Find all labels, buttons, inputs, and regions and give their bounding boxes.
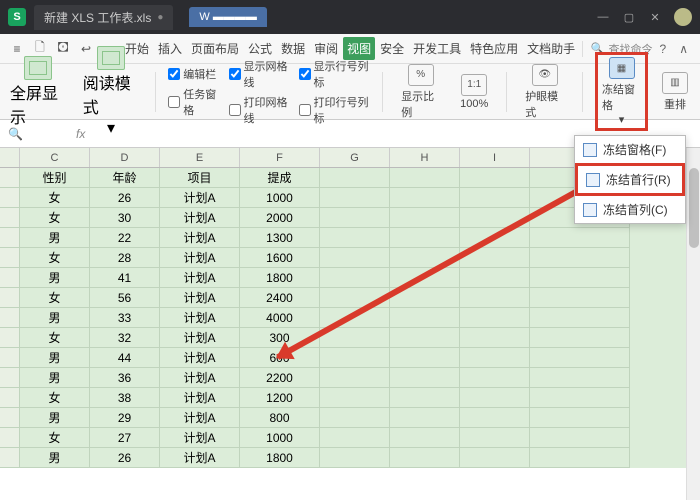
freeze-col-icon (583, 203, 597, 217)
fullscreen-icon (24, 56, 52, 80)
chk-headers[interactable]: 显示行号列标 (299, 58, 371, 90)
col-header[interactable]: F (240, 148, 320, 167)
col-header[interactable]: G (320, 148, 390, 167)
table-row[interactable]: 女27计划A1000 (0, 428, 700, 448)
maximize-icon[interactable]: ▢ (616, 6, 642, 28)
eye-mode-button[interactable]: 👁 护眼模式 (519, 62, 570, 122)
col-header[interactable]: C (20, 148, 90, 167)
dd-freeze-row[interactable]: 冻结首行(R) (575, 163, 685, 196)
secondary-tab[interactable]: W ▬▬▬▬ (189, 7, 266, 27)
table-row[interactable]: 男41计划A1800 (0, 268, 700, 288)
rearrange-button[interactable]: ▥ 重排 (656, 70, 694, 114)
freeze-panes-button[interactable]: ▦ 冻结窗格▾ (595, 52, 648, 131)
col-header[interactable]: E (160, 148, 240, 167)
zoom-ratio-button[interactable]: % 显示比例 (395, 62, 446, 122)
menu-collapse-icon[interactable]: ∧ (673, 42, 694, 56)
col-header[interactable]: I (460, 148, 530, 167)
rearrange-icon: ▥ (662, 72, 688, 94)
ribbon: 全屏显示 阅读模式▾ 编辑栏 任务窗格 显示网格线 打印网格线 显示行号列标 打… (0, 64, 700, 120)
name-box[interactable]: 🔍 (8, 127, 68, 141)
menu-features[interactable]: 特色应用 (466, 37, 522, 60)
chk-editbar[interactable]: 编辑栏 (168, 66, 220, 82)
document-tab[interactable]: 新建 XLS 工作表.xls ● (34, 5, 173, 30)
minimize-icon[interactable]: — (590, 6, 616, 28)
vertical-scrollbar[interactable] (686, 148, 700, 500)
table-row[interactable]: 女38计划A1200 (0, 388, 700, 408)
menu-devtools[interactable]: 开发工具 (409, 37, 465, 60)
close-icon[interactable]: ✕ (642, 6, 668, 28)
freeze-dropdown: 冻结窗格(F) 冻结首行(R) 冻结首列(C) (574, 135, 686, 224)
table-row[interactable]: 男22计划A1300 (0, 228, 700, 248)
freeze-icon: ▦ (609, 57, 635, 79)
menu-insert[interactable]: 插入 (154, 37, 186, 60)
table-row[interactable]: 女32计划A300 (0, 328, 700, 348)
freeze-panes-icon (583, 143, 597, 157)
table-row[interactable]: 女28计划A1600 (0, 248, 700, 268)
tab-modified-dot: ● (157, 12, 163, 23)
dd-freeze-panes[interactable]: 冻结窗格(F) (575, 136, 685, 163)
eye-icon: 👁 (532, 64, 558, 86)
tab-title: 新建 XLS 工作表.xls (44, 9, 151, 26)
fullscreen-button[interactable]: 全屏显示 (6, 54, 71, 130)
zoom-100-icon: 1:1 (461, 74, 487, 96)
read-mode-button[interactable]: 阅读模式▾ (79, 44, 144, 140)
table-row[interactable]: 男26计划A1800 (0, 448, 700, 468)
table-row[interactable]: 男44计划A600 (0, 348, 700, 368)
chk-printgrid[interactable]: 打印网格线 (229, 94, 291, 126)
fx-label[interactable]: fx (76, 127, 85, 141)
table-row[interactable]: 女56计划A2400 (0, 288, 700, 308)
titlebar: S 新建 XLS 工作表.xls ● W ▬▬▬▬ — ▢ ✕ (0, 0, 700, 34)
zoom-icon: % (408, 64, 434, 86)
col-header[interactable]: D (90, 148, 160, 167)
table-row[interactable]: 男29计划A800 (0, 408, 700, 428)
menu-dochelp[interactable]: 文档助手 (523, 37, 579, 60)
avatar[interactable] (674, 8, 692, 26)
zoom-100-button[interactable]: 1:1 100% (454, 72, 494, 112)
menu-security[interactable]: 安全 (376, 37, 408, 60)
chk-printhead[interactable]: 打印行号列标 (299, 94, 371, 126)
chk-gridlines[interactable]: 显示网格线 (229, 58, 291, 90)
app-icon: S (8, 8, 26, 26)
read-mode-icon (97, 46, 125, 70)
col-header[interactable]: H (390, 148, 460, 167)
dd-freeze-col[interactable]: 冻结首列(C) (575, 196, 685, 223)
chk-taskpane[interactable]: 任务窗格 (168, 86, 220, 118)
menu-help-icon[interactable]: ? (654, 42, 673, 56)
table-row[interactable]: 男36计划A2200 (0, 368, 700, 388)
freeze-row-icon (586, 173, 600, 187)
